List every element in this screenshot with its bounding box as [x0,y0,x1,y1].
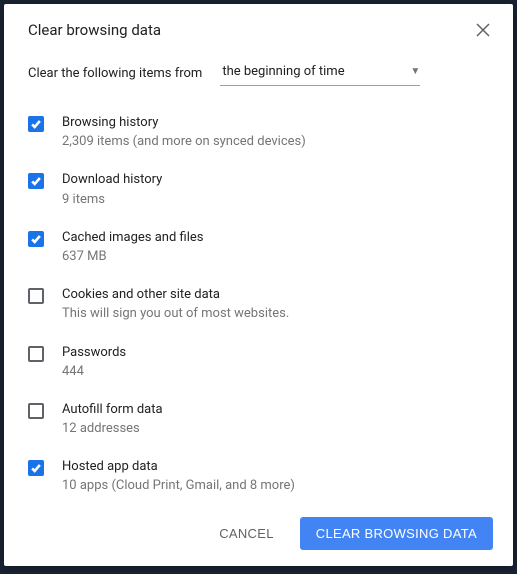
time-range-select[interactable]: the beginning of time ▼ [220,60,420,86]
option-text: Passwords444 [62,344,489,381]
option-text: Browsing history2,309 items (and more on… [62,114,489,151]
option-row: Passwords444 [28,334,489,391]
options-list: Browsing history2,309 items (and more on… [4,104,513,503]
option-label: Browsing history [62,114,489,132]
chevron-down-icon: ▼ [410,66,420,77]
option-text: Hosted app data10 apps (Cloud Print, Gma… [62,458,489,495]
clear-browsing-data-button[interactable]: CLEAR BROWSING DATA [300,517,493,550]
option-label: Cookies and other site data [62,286,489,304]
option-checkbox[interactable] [28,231,44,247]
time-range-value: the beginning of time [222,64,344,79]
option-row: Cached images and files637 MB [28,219,489,276]
option-label: Hosted app data [62,458,489,476]
dialog-footer: CANCEL CLEAR BROWSING DATA [4,503,513,566]
option-row: Autofill form data12 addresses [28,391,489,448]
option-label: Passwords [62,344,489,362]
option-text: Cached images and files637 MB [62,229,489,266]
option-text: Cookies and other site dataThis will sig… [62,286,489,323]
option-subtext: 444 [62,363,489,381]
option-text: Download history 9 items [62,171,489,208]
option-subtext: 9 items [62,191,489,209]
option-subtext: This will sign you out of most websites. [62,305,489,323]
option-checkbox[interactable] [28,116,44,132]
close-button[interactable] [473,20,493,40]
option-checkbox[interactable] [28,173,44,189]
option-subtext: 12 addresses [62,420,489,438]
option-label: Cached images and files [62,229,489,247]
option-row: Browsing history2,309 items (and more on… [28,104,489,161]
option-row: Download history 9 items [28,161,489,218]
option-label: Autofill form data [62,401,489,419]
option-row: Hosted app data10 apps (Cloud Print, Gma… [28,448,489,503]
check-icon [30,118,42,130]
option-checkbox[interactable] [28,288,44,304]
option-checkbox[interactable] [28,403,44,419]
close-icon [476,23,490,37]
dialog-header: Clear browsing data [4,4,513,48]
dialog-title: Clear browsing data [28,21,161,39]
cancel-button[interactable]: CANCEL [203,517,290,550]
time-range-row: Clear the following items from the begin… [4,48,513,104]
option-checkbox[interactable] [28,460,44,476]
option-row: Cookies and other site dataThis will sig… [28,276,489,333]
option-subtext: 637 MB [62,248,489,266]
check-icon [30,175,42,187]
check-icon [30,233,42,245]
option-subtext: 10 apps (Cloud Print, Gmail, and 8 more) [62,477,489,495]
option-checkbox[interactable] [28,346,44,362]
clear-browsing-data-dialog: Clear browsing data Clear the following … [4,4,513,566]
option-text: Autofill form data12 addresses [62,401,489,438]
check-icon [30,462,42,474]
option-label: Download history [62,171,489,189]
option-subtext: 2,309 items (and more on synced devices) [62,133,489,151]
time-range-label: Clear the following items from [28,66,202,81]
